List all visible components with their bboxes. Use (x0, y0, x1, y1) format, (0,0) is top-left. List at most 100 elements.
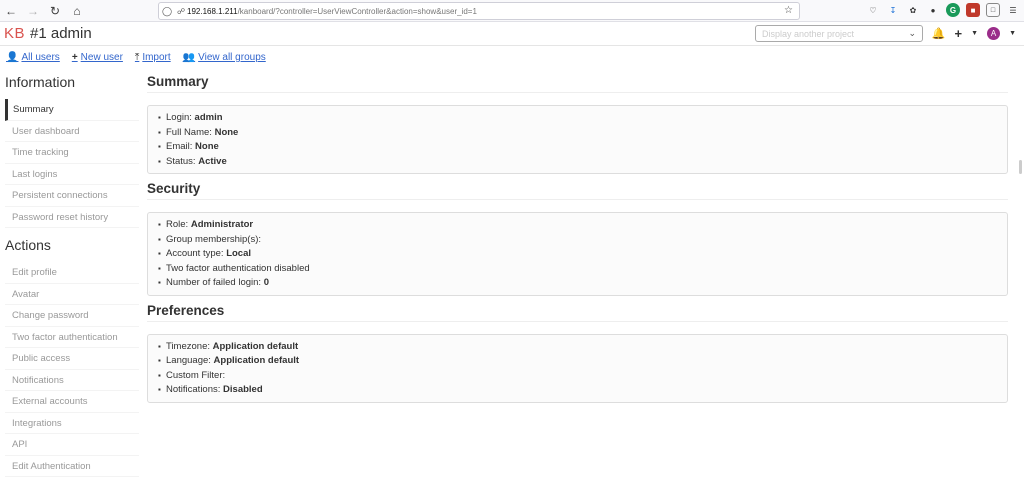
sidebar-item-notifications[interactable]: Notifications (5, 370, 139, 391)
sidebar-item-external-accounts[interactable]: External accounts (5, 391, 139, 413)
information-heading: Information (5, 74, 76, 90)
security-panel: ▪ Role: Administrator ▪ Group membership(s… (147, 212, 1008, 296)
login-value: admin (194, 112, 223, 123)
caret-down-icon[interactable]: ▼ (971, 30, 978, 37)
failed-login-value: 0 (263, 277, 269, 288)
browser-toolbar: ← → ↻ ⌂ ◯ ☍ 192.168.1.211/kanboard/?cont… (0, 0, 1024, 22)
lock-icon: ☍ (176, 6, 186, 16)
project-select[interactable]: Display another project ⌄ (755, 25, 923, 42)
fullname-value: None (214, 126, 239, 138)
list-item: ▪ Role: Administrator (158, 219, 254, 230)
sidebar-item-public-access[interactable]: Public access (5, 348, 139, 370)
menu-icon[interactable]: ☰ (1006, 3, 1020, 17)
list-item: ▪ Custom Filter: (158, 369, 226, 381)
download-icon[interactable]: ↧ (886, 3, 900, 17)
all-users-link[interactable]: 👤 All users (6, 52, 60, 63)
project-select-placeholder: Display another project (762, 28, 855, 39)
sidebar-item-user-dashboard[interactable]: User dashboard (5, 121, 139, 142)
users-icon: 👥 (182, 52, 196, 63)
sidebar-item-api[interactable]: API (5, 434, 139, 456)
url-bar[interactable]: ◯ ☍ 192.168.1.211/kanboard/?controller=U… (158, 2, 800, 20)
avatar-caret-icon[interactable]: ▼ (1009, 30, 1016, 37)
list-item: ▪ Email: None (158, 141, 219, 152)
timezone-label: Timezone: (166, 340, 213, 352)
notifications-label: Notifications: (166, 384, 224, 395)
sidebar-item-edit-profile[interactable]: Edit profile (5, 262, 139, 284)
reload-icon[interactable]: ↻ (44, 0, 66, 22)
list-item: ▪ Account type: Local (158, 248, 252, 259)
sidebar-item-change-password[interactable]: Change password (5, 305, 139, 327)
twofactor-status: Two factor authentication disabled (166, 262, 310, 274)
sidebar-item-persistent-connections[interactable]: Persistent connections (5, 185, 139, 207)
notifications-value: Disabled (223, 384, 263, 395)
summary-title: Summary (147, 74, 1008, 93)
preferences-title: Preferences (147, 303, 1008, 322)
account-label: Account type: (166, 248, 227, 259)
list-item: ▪ Timezone: Application default (158, 340, 299, 352)
upload-icon: ⤒ (134, 52, 140, 63)
bell-icon[interactable]: 🔔 (932, 27, 946, 40)
reader-icon[interactable]: □ (986, 3, 1000, 17)
email-value: None (195, 141, 219, 152)
list-item: ▪ Group membership(s): (158, 233, 262, 245)
shield-icon: ◯ (161, 5, 173, 16)
sidebar-item-edit-authentication[interactable]: Edit Authentication (5, 456, 139, 477)
view-all-groups-link[interactable]: 👥 View all groups (183, 52, 266, 63)
custom-filter-label: Custom Filter: (166, 369, 226, 381)
sidebar-item-summary[interactable]: Summary (5, 99, 139, 121)
url-host: 192.168.1.211 (187, 6, 238, 16)
forward-icon[interactable]: → (22, 0, 44, 22)
new-user-label: New user (80, 52, 123, 63)
plus-icon: + (71, 52, 78, 63)
timezone-value: Application default (212, 340, 299, 352)
main-content: Summary ▪ Login: admin ▪ Full Name: None ▪… (147, 74, 1008, 410)
sidebar-item-two-factor[interactable]: Two factor authentication (5, 327, 139, 348)
user-actions-bar: 👤 All users + New user ⤒ Import 👥 View all g… (6, 52, 266, 63)
list-item: ▪ Two factor authentication disabled (158, 262, 310, 274)
extension-leaf-icon[interactable]: ✿ (906, 3, 920, 17)
language-value: Application default (213, 355, 300, 366)
kanboard-logo[interactable]: KB (4, 25, 25, 42)
email-label: Email: (166, 141, 196, 152)
scrollbar[interactable] (1019, 160, 1022, 174)
back-icon[interactable]: ← (0, 0, 22, 22)
fullname-label: Full Name: (166, 126, 215, 138)
app-header: KB #1 admin Display another project ⌄ 🔔 … (0, 22, 1024, 46)
summary-panel: ▪ Login: admin ▪ Full Name: None ▪ Email: N… (147, 105, 1008, 174)
security-title: Security (147, 181, 1008, 200)
sidebar: Information Summary User dashboard Time … (5, 74, 139, 477)
account-value: Local (226, 248, 252, 259)
pocket-icon[interactable]: ♡ (866, 3, 880, 17)
chevron-down-icon: ⌄ (908, 28, 916, 38)
list-item: ▪ Full Name: None (158, 126, 239, 138)
extension-red-icon[interactable]: ■ (966, 3, 980, 17)
role-label: Role: (166, 219, 191, 230)
sidebar-item-avatar[interactable]: Avatar (5, 284, 139, 305)
login-label: Login: (166, 112, 195, 123)
page-title: #1 admin (30, 25, 92, 42)
sidebar-item-last-logins[interactable]: Last logins (5, 164, 139, 185)
sidebar-item-integrations[interactable]: Integrations (5, 413, 139, 434)
list-item: ▪ Number of failed login: 0 (158, 277, 269, 288)
list-item: ▪ Language: Application default (158, 355, 300, 366)
view-all-groups-label: View all groups (198, 52, 266, 63)
preferences-panel: ▪ Timezone: Application default ▪ Language… (147, 333, 1008, 403)
list-item: ▪ Notifications: Disabled (158, 384, 263, 395)
plus-icon[interactable]: + (955, 26, 963, 41)
list-item: ▪ Login: admin (158, 112, 223, 123)
grammar-extension-icon[interactable]: G (946, 3, 960, 17)
import-label: Import (142, 52, 171, 63)
extension-dark-icon[interactable]: ● (926, 3, 940, 17)
failed-login-label: Number of failed login: (166, 277, 264, 288)
import-link[interactable]: ⤒ Import (135, 52, 171, 63)
sidebar-item-password-reset-history[interactable]: Password reset history (5, 207, 139, 228)
group-label: Group membership(s): (166, 233, 262, 245)
sidebar-item-time-tracking[interactable]: Time tracking (5, 142, 139, 164)
home-icon[interactable]: ⌂ (66, 0, 88, 22)
actions-heading: Actions (5, 237, 51, 253)
status-label: Status: (166, 155, 199, 167)
bookmark-star-icon[interactable]: ☆ (784, 5, 793, 16)
role-value: Administrator (190, 219, 254, 230)
avatar[interactable]: A (987, 27, 1001, 40)
new-user-link[interactable]: + New user (72, 52, 123, 63)
